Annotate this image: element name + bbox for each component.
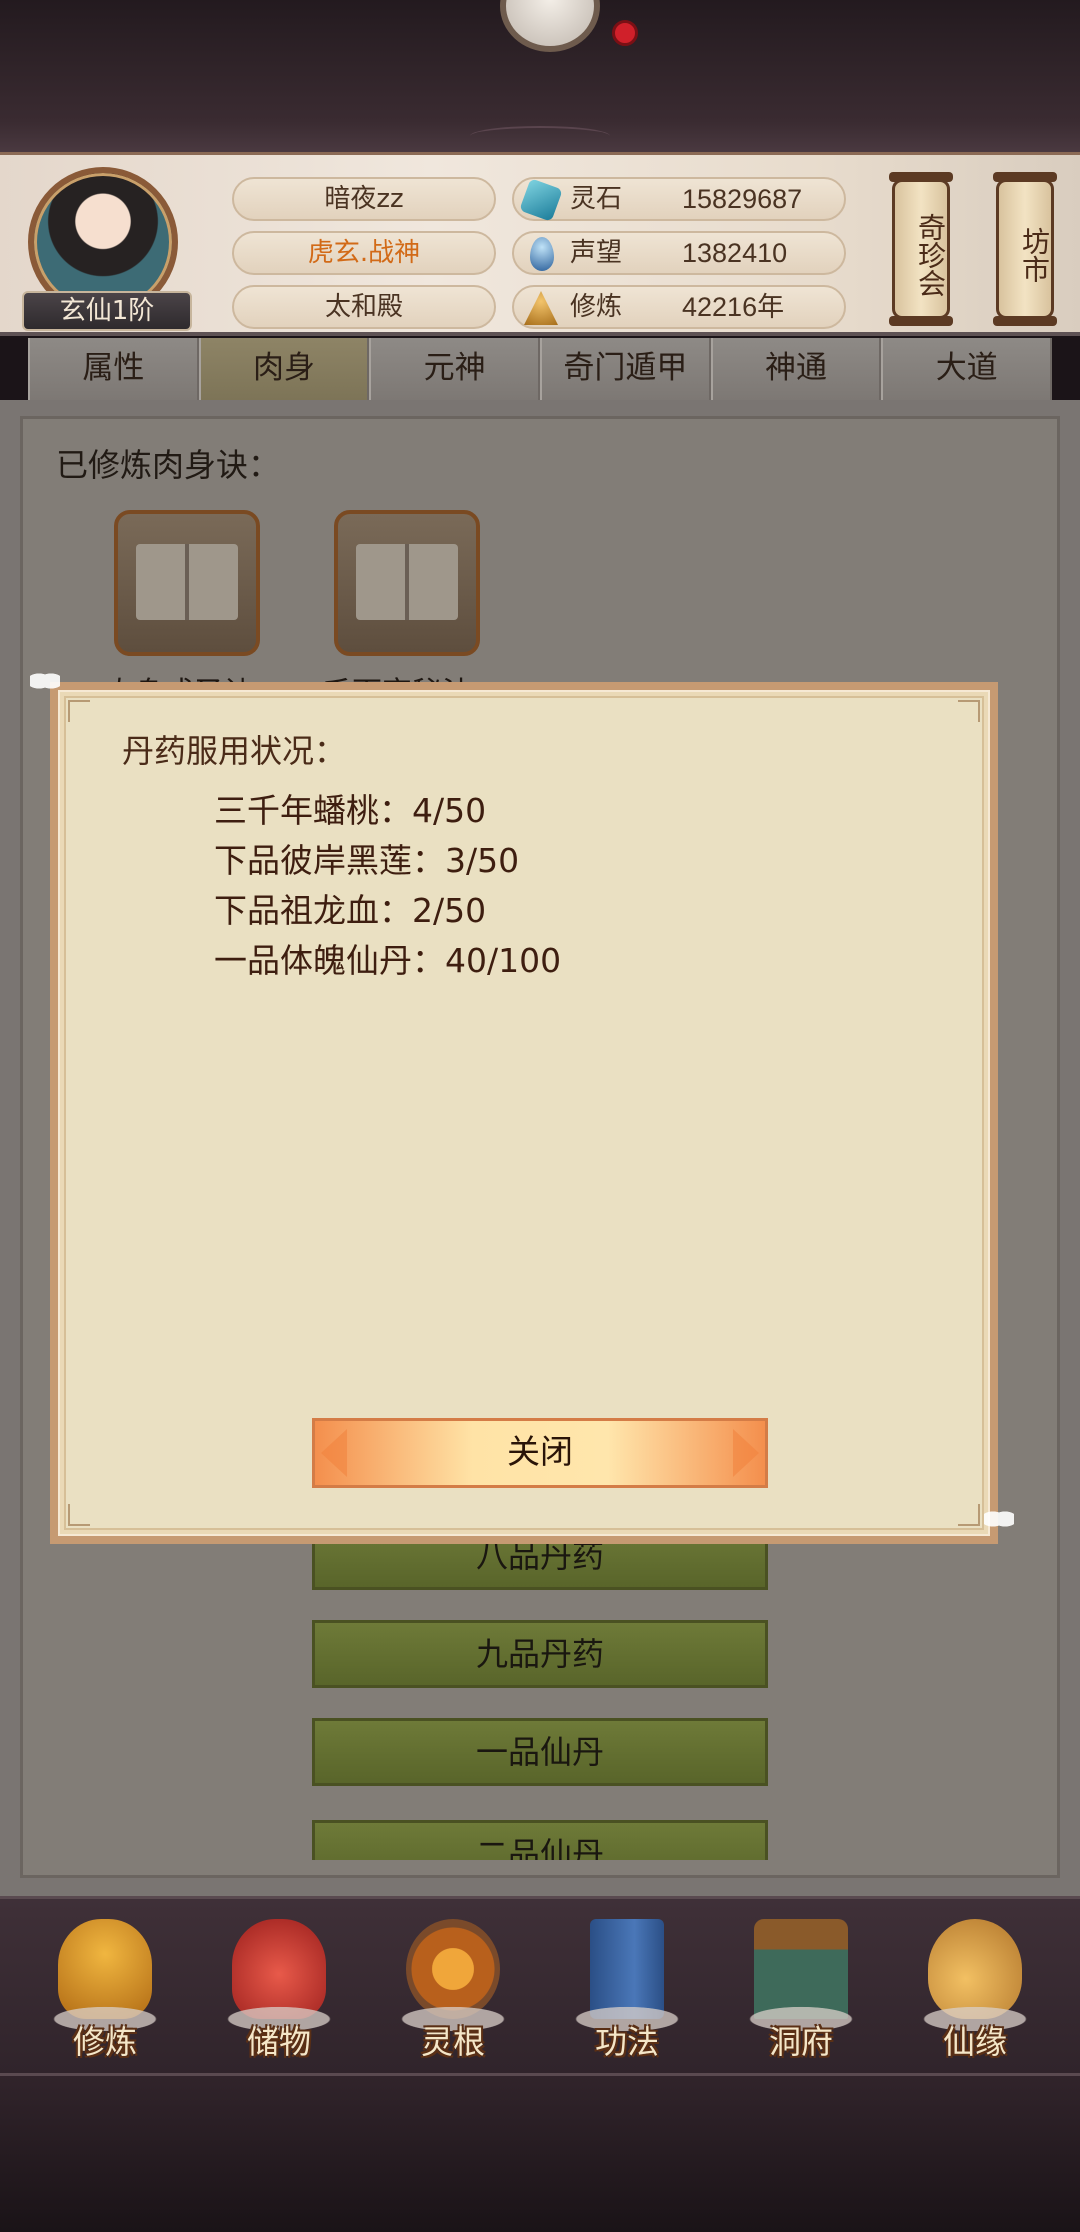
tab-attributes[interactable]: 属性 bbox=[28, 338, 199, 400]
scroll-clip: 二品仙丹 bbox=[312, 1820, 768, 1860]
corner-ornament bbox=[68, 700, 90, 722]
corner-ornament bbox=[958, 700, 980, 722]
spirit-stone-icon bbox=[519, 178, 563, 222]
book-icon[interactable] bbox=[334, 510, 480, 656]
reputation-icon bbox=[530, 237, 554, 271]
bottom-nav: 修炼 储物 灵根 功法 洞府 仙缘 bbox=[0, 1896, 1080, 2076]
nav-cave[interactable]: 洞府 bbox=[736, 1919, 866, 2069]
gourd-icon bbox=[928, 1919, 1022, 2019]
stat-cultivation: 修炼 42216年 bbox=[512, 285, 846, 329]
butterfly-icon bbox=[984, 1506, 1014, 1532]
stat-reputation: 声望 1382410 bbox=[512, 231, 846, 275]
top-band bbox=[0, 0, 1080, 152]
tab-bar: 属性 肉身 元神 奇门遁甲 神通 大道 bbox=[28, 338, 1053, 400]
dialog-title: 丹药服用状况： bbox=[122, 732, 347, 770]
ornament-divider bbox=[470, 126, 610, 146]
nav-label: 洞府 bbox=[768, 2023, 833, 2061]
market-button[interactable]: 坊市 bbox=[993, 172, 1057, 326]
nav-label: 修炼 bbox=[72, 2023, 137, 2061]
player-name: 暗夜zz bbox=[232, 177, 496, 221]
pill-usage-item: 三千年蟠桃：4/50 bbox=[214, 791, 487, 830]
pill-grade-button[interactable]: 九品丹药 bbox=[312, 1620, 768, 1688]
rank-badge: 玄仙1阶 bbox=[22, 291, 192, 331]
storage-bag-icon bbox=[232, 1919, 326, 2019]
pill-usage-list: 三千年蟠桃：4/50 下品彼岸黑莲：3/50 下品祖龙血：2/50 一品体魄仙丹… bbox=[214, 786, 561, 986]
cultivation-icon bbox=[524, 291, 558, 325]
stat-value: 42216年 bbox=[682, 292, 785, 322]
bottom-band bbox=[0, 2076, 1080, 2232]
nav-cultivate[interactable]: 修炼 bbox=[40, 1919, 170, 2069]
cave-dwelling-icon bbox=[754, 1919, 848, 2019]
nav-spirit-root[interactable]: 灵根 bbox=[388, 1919, 518, 2069]
nav-label: 储物 bbox=[246, 2023, 311, 2061]
stat-label: 灵石 bbox=[570, 184, 623, 214]
tab-dao[interactable]: 大道 bbox=[881, 338, 1053, 400]
tab-body[interactable]: 肉身 bbox=[198, 338, 370, 400]
stat-value: 1382410 bbox=[682, 238, 788, 268]
corner-ornament bbox=[958, 1504, 980, 1526]
pill-status-dialog: 丹药服用状况： 三千年蟠桃：4/50 下品彼岸黑莲：3/50 下品祖龙血：2/5… bbox=[50, 682, 998, 1544]
nav-fate[interactable]: 仙缘 bbox=[910, 1919, 1040, 2069]
avatar-block[interactable]: 玄仙1阶 bbox=[22, 167, 192, 331]
treasure-fair-button[interactable]: 奇珍会 bbox=[889, 172, 953, 326]
pill-usage-item: 下品彼岸黑莲：3/50 bbox=[214, 841, 520, 880]
butterfly-icon bbox=[30, 668, 60, 694]
cultivate-icon bbox=[58, 1919, 152, 2019]
close-button[interactable]: 关闭 bbox=[312, 1418, 768, 1488]
nav-label: 仙缘 bbox=[942, 2023, 1007, 2061]
notification-dot bbox=[612, 20, 638, 46]
book-icon[interactable] bbox=[114, 510, 260, 656]
pill-usage-item: 下品祖龙血：2/50 bbox=[214, 891, 487, 930]
pill-grade-button[interactable]: 二品仙丹 bbox=[312, 1820, 768, 1860]
tab-powers[interactable]: 神通 bbox=[710, 338, 882, 400]
pill-grade-button[interactable]: 一品仙丹 bbox=[312, 1718, 768, 1786]
stat-spirit-stone: 灵石 15829687 bbox=[512, 177, 846, 222]
nav-techniques[interactable]: 功法 bbox=[562, 1919, 692, 2069]
nav-label: 功法 bbox=[594, 2023, 659, 2061]
player-header: 玄仙1阶 暗夜zz 虎玄.战神 太和殿 灵石 15829687 声望 13824… bbox=[0, 152, 1080, 336]
corner-ornament bbox=[68, 1504, 90, 1526]
spirit-root-icon bbox=[406, 1919, 500, 2019]
technique-book-icon bbox=[590, 1919, 664, 2019]
section-label: 已修炼肉身诀： bbox=[56, 446, 281, 484]
tab-qimen[interactable]: 奇门遁甲 bbox=[540, 338, 711, 400]
nav-label: 灵根 bbox=[420, 2023, 485, 2061]
nav-storage[interactable]: 储物 bbox=[214, 1919, 344, 2069]
stat-label: 声望 bbox=[570, 238, 623, 268]
player-title: 虎玄.战神 bbox=[232, 231, 496, 275]
tab-soul[interactable]: 元神 bbox=[369, 338, 541, 400]
pill-usage-item: 一品体魄仙丹：40/100 bbox=[214, 941, 562, 980]
player-sect: 太和殿 bbox=[232, 285, 496, 329]
stat-label: 修炼 bbox=[570, 292, 623, 322]
stat-value: 15829687 bbox=[682, 184, 803, 214]
top-portrait-icon[interactable] bbox=[500, 0, 600, 52]
